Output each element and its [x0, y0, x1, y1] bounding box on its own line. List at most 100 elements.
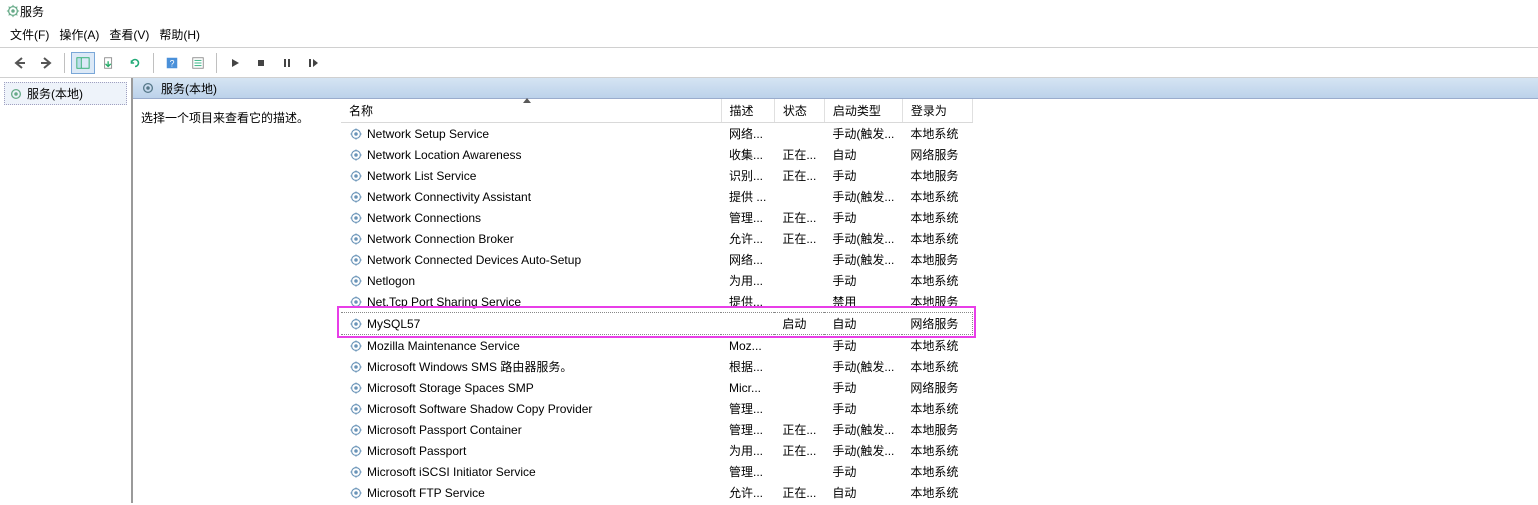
service-name: Microsoft Storage Spaces SMP — [367, 381, 534, 395]
service-logon: 本地系统 — [902, 398, 972, 419]
service-description: 允许... — [721, 482, 774, 503]
service-status: 正在... — [774, 228, 824, 249]
service-logon: 本地系统 — [902, 228, 972, 249]
main-area: 服务(本地) 服务(本地) 选择一个项目来查看它的描述。 名称 描述 状态 — [0, 78, 1538, 503]
forward-button[interactable] — [34, 52, 58, 74]
table-row[interactable]: Microsoft FTP Service允许...正在...自动本地系统 — [341, 482, 972, 503]
service-startup: 自动 — [824, 313, 902, 335]
column-status[interactable]: 状态 — [774, 99, 824, 123]
table-row[interactable]: MySQL57启动自动网络服务 — [341, 313, 972, 335]
service-status: 正在... — [774, 144, 824, 165]
service-status — [774, 461, 824, 482]
gear-icon — [349, 402, 363, 416]
table-row[interactable]: Network Connections管理...正在...手动本地系统 — [341, 207, 972, 228]
service-status: 正在... — [774, 440, 824, 461]
service-logon: 网络服务 — [902, 144, 972, 165]
table-row[interactable]: Mozilla Maintenance ServiceMoz...手动本地系统 — [341, 335, 972, 357]
right-pane: 服务(本地) 选择一个项目来查看它的描述。 名称 描述 状态 启动类型 登录为 — [133, 78, 1538, 503]
service-status — [774, 249, 824, 270]
gear-icon — [349, 127, 363, 141]
service-status — [774, 270, 824, 291]
service-logon: 本地系统 — [902, 440, 972, 461]
service-logon: 本地服务 — [902, 165, 972, 186]
stop-service-button[interactable] — [249, 52, 273, 74]
service-logon: 本地系统 — [902, 207, 972, 228]
column-description[interactable]: 描述 — [721, 99, 774, 123]
toolbar-separator — [64, 53, 65, 73]
service-description: 为用... — [721, 270, 774, 291]
table-row[interactable]: Microsoft iSCSI Initiator Service管理...手动… — [341, 461, 972, 482]
show-hide-tree-button[interactable] — [71, 52, 95, 74]
service-logon: 网络服务 — [902, 377, 972, 398]
service-description: 允许... — [721, 228, 774, 249]
gear-icon — [349, 295, 363, 309]
export-list-button[interactable] — [97, 52, 121, 74]
services-table[interactable]: 名称 描述 状态 启动类型 登录为 Network Setup Service网… — [341, 99, 973, 503]
service-startup: 手动 — [824, 398, 902, 419]
back-button[interactable] — [8, 52, 32, 74]
table-row[interactable]: Microsoft Passport为用...正在...手动(触发...本地系统 — [341, 440, 972, 461]
start-service-button[interactable] — [223, 52, 247, 74]
properties-button[interactable] — [186, 52, 210, 74]
table-row[interactable]: Network Connectivity Assistant提供 ...手动(触… — [341, 186, 972, 207]
table-row[interactable]: Network Setup Service网络...手动(触发...本地系统 — [341, 123, 972, 145]
tree-node-services-local[interactable]: 服务(本地) — [4, 82, 127, 105]
table-row[interactable]: Network List Service识别...正在...手动本地服务 — [341, 165, 972, 186]
menubar: 文件(F) 操作(A) 查看(V) 帮助(H) — [0, 22, 1538, 48]
svg-text:?: ? — [170, 58, 175, 68]
gear-icon — [349, 190, 363, 204]
toolbar-separator — [153, 53, 154, 73]
service-startup: 禁用 — [824, 291, 902, 313]
gear-icon — [349, 232, 363, 246]
service-name: Net.Tcp Port Sharing Service — [367, 295, 521, 309]
service-startup: 手动 — [824, 270, 902, 291]
table-row[interactable]: Microsoft Storage Spaces SMPMicr...手动网络服… — [341, 377, 972, 398]
table-row[interactable]: Netlogon 为用... 手动本地系统 — [341, 270, 972, 291]
service-startup: 手动(触发... — [824, 123, 902, 145]
table-row[interactable]: Microsoft Windows SMS 路由器服务。根据...手动(触发..… — [341, 356, 972, 377]
service-startup: 手动 — [824, 207, 902, 228]
service-name: MySQL57 — [367, 317, 420, 331]
menu-action[interactable]: 操作(A) — [59, 26, 99, 43]
service-startup: 手动 — [824, 377, 902, 398]
table-row[interactable]: Network Connection Broker允许...正在...手动(触发… — [341, 228, 972, 249]
service-name: Microsoft Windows SMS 路由器服务。 — [367, 358, 572, 375]
column-logon-as[interactable]: 登录为 — [902, 99, 972, 123]
service-description: 管理... — [721, 461, 774, 482]
service-startup: 自动 — [824, 482, 902, 503]
service-logon: 本地系统 — [902, 356, 972, 377]
table-row[interactable]: Network Connected Devices Auto-Setup网络..… — [341, 249, 972, 270]
gear-icon — [349, 274, 363, 288]
service-status — [774, 335, 824, 357]
table-row[interactable]: Microsoft Software Shadow Copy Provider管… — [341, 398, 972, 419]
service-name: Network Connectivity Assistant — [367, 190, 531, 204]
column-startup-type[interactable]: 启动类型 — [824, 99, 902, 123]
service-status: 启动 — [774, 313, 824, 335]
table-row[interactable]: Network Location Awareness收集...正在...自动网络… — [341, 144, 972, 165]
gear-icon — [349, 317, 363, 331]
table-row[interactable]: Microsoft Passport Container管理...正在...手动… — [341, 419, 972, 440]
column-name[interactable]: 名称 — [341, 99, 721, 123]
gear-icon — [349, 169, 363, 183]
service-status: 正在... — [774, 482, 824, 503]
gear-icon — [349, 486, 363, 500]
menu-view[interactable]: 查看(V) — [109, 26, 149, 43]
column-header-row: 名称 描述 状态 启动类型 登录为 — [341, 99, 972, 123]
service-description: 为用... — [721, 440, 774, 461]
gear-icon — [141, 81, 155, 95]
menu-file[interactable]: 文件(F) — [10, 26, 49, 43]
gear-icon — [349, 423, 363, 437]
service-status — [774, 356, 824, 377]
service-logon: 本地系统 — [902, 270, 972, 291]
refresh-button[interactable] — [123, 52, 147, 74]
restart-service-button[interactable] — [301, 52, 325, 74]
list-pane: 名称 描述 状态 启动类型 登录为 Network Setup Service网… — [341, 99, 1538, 503]
menu-help[interactable]: 帮助(H) — [159, 26, 200, 43]
service-description: 提供 ... — [721, 186, 774, 207]
pause-service-button[interactable] — [275, 52, 299, 74]
service-name: Netlogon — [367, 274, 415, 288]
help-button[interactable]: ? — [160, 52, 184, 74]
table-row[interactable]: Net.Tcp Port Sharing Service提供...禁用本地服务 — [341, 291, 972, 313]
service-description — [721, 313, 774, 335]
gear-icon — [349, 339, 363, 353]
